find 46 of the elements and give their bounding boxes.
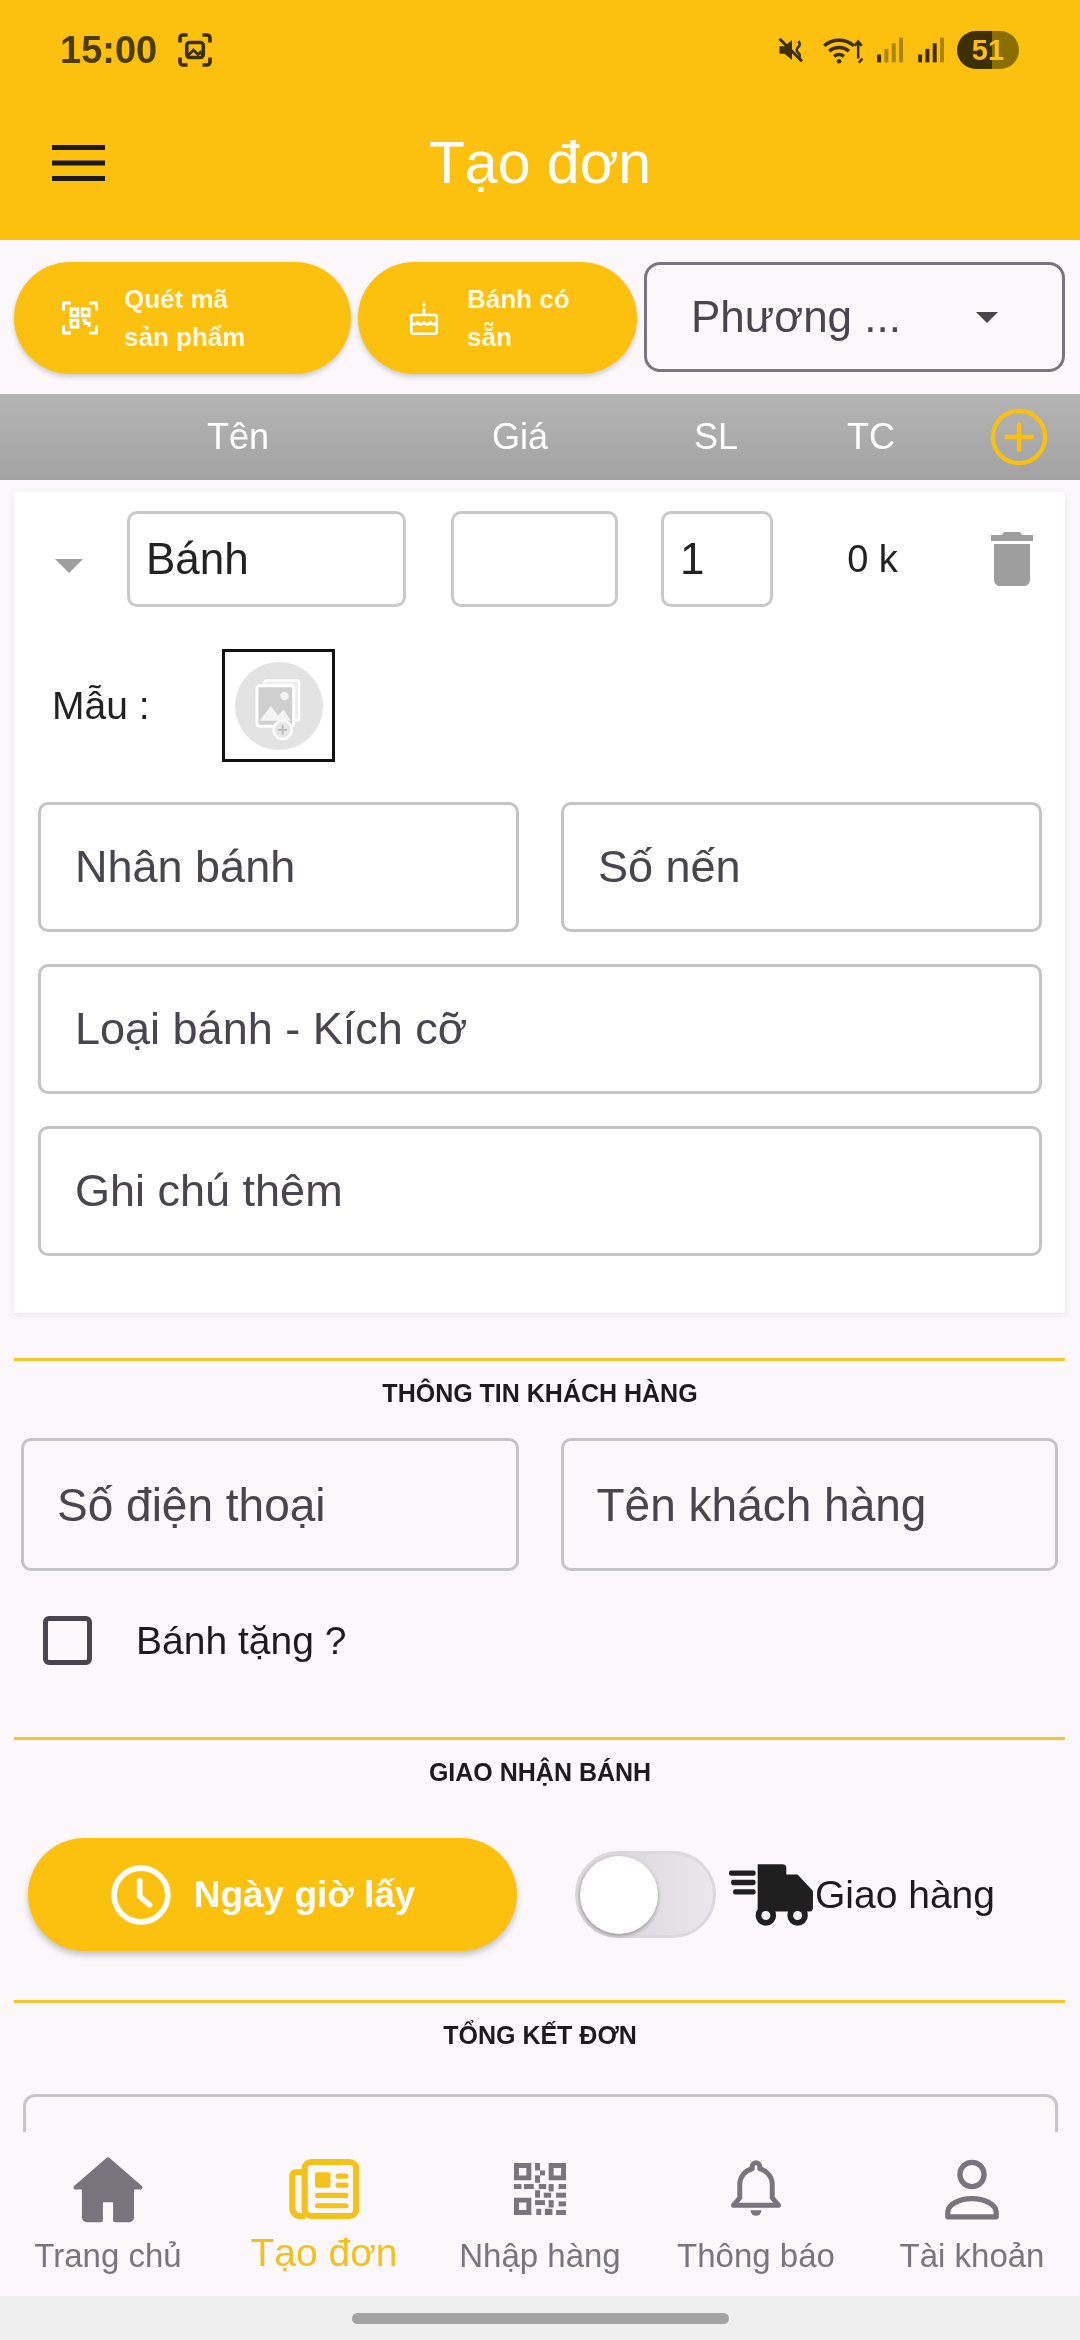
select-dropdown[interactable]: Phương ... <box>644 262 1065 372</box>
column-header: Giá <box>491 416 549 458</box>
input-field[interactable]: Số điện thoại <box>21 1438 519 1571</box>
sample-label: Mẫu : <box>52 683 150 728</box>
input-field[interactable]: Ghi chú thêm <box>38 1126 1042 1256</box>
column-header: SL <box>692 416 739 458</box>
qr-scan-icon <box>62 300 98 336</box>
image-add-icon <box>234 661 323 750</box>
nav-tab[interactable]: Nhập hàng <box>432 2132 648 2296</box>
trash-icon[interactable] <box>990 532 1034 586</box>
section-title: TỔNG KẾT ĐƠN <box>443 2020 637 2050</box>
delivery-truck-icon <box>729 1861 815 1928</box>
status-time: 15:00 <box>60 28 158 72</box>
menu-icon[interactable] <box>52 145 105 181</box>
home-icon <box>70 2155 146 2223</box>
signal-icon <box>876 36 903 64</box>
input-field[interactable]: Số nến <box>561 802 1042 932</box>
nav-tab[interactable]: Trang chủ <box>0 2132 216 2296</box>
name-field[interactable]: Bánh <box>127 511 406 607</box>
add-icon[interactable] <box>990 408 1048 466</box>
price-field[interactable] <box>451 511 618 607</box>
qr-code-icon <box>514 2163 566 2215</box>
signal-icon <box>917 36 944 64</box>
nav-tab[interactable]: Tài khoản <box>864 2132 1080 2296</box>
screenshot-icon <box>177 32 214 68</box>
caret-icon <box>976 311 998 323</box>
battery-badge: 51 <box>957 31 1019 69</box>
clock-icon <box>109 1863 172 1926</box>
input-field[interactable]: Nhân bánh <box>38 802 519 932</box>
delivery-label: Giao hàng <box>815 1872 995 1917</box>
column-header: TC <box>846 416 896 458</box>
section-title: GIAO NHẬN BÁNH <box>428 1757 652 1787</box>
input-field[interactable]: Tên khách hàng <box>560 1438 1058 1571</box>
gift-checkbox[interactable] <box>43 1616 92 1665</box>
page-title: Tạo đơn <box>428 129 652 197</box>
caret-icon[interactable] <box>55 559 83 573</box>
sample-image-button[interactable] <box>222 649 335 762</box>
cake-icon <box>409 300 439 336</box>
section-title: THÔNG TIN KHÁCH HÀNG <box>382 1378 698 1408</box>
input-field[interactable]: Loại bánh - Kích cỡ <box>38 964 1042 1094</box>
item-total: 0 k <box>847 537 898 581</box>
nav-tab[interactable]: Thông báo <box>648 2132 864 2296</box>
newspaper-icon <box>288 2158 360 2220</box>
gift-label: Bánh tặng ? <box>136 1618 347 1663</box>
quantity-field[interactable]: 1 <box>661 511 773 607</box>
column-header: Tên <box>205 416 270 458</box>
